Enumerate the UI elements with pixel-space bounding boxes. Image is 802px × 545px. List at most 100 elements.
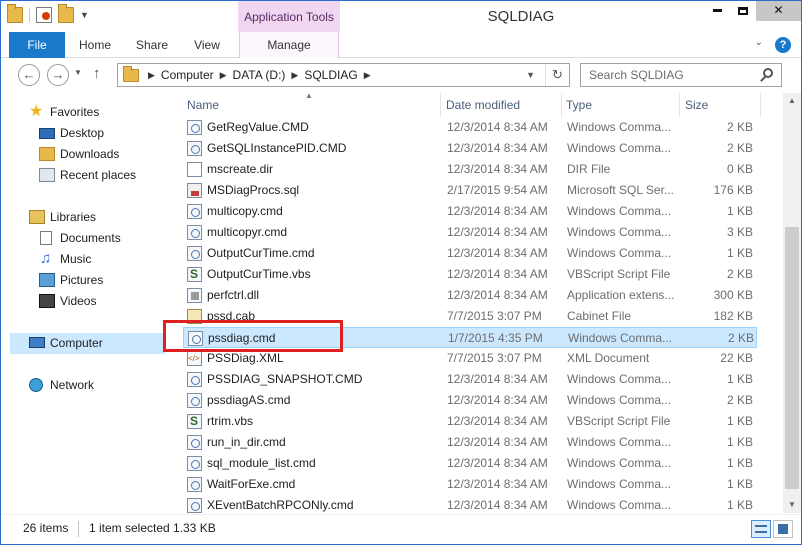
scrollbar-thumb[interactable] [785, 227, 799, 489]
file-size: 1 KB [726, 246, 753, 260]
file-row[interactable]: multicopyr.cmd 12/3/2014 8:34 AM Windows C… [183, 222, 757, 243]
search-input[interactable] [581, 64, 751, 86]
details-view-button[interactable] [751, 520, 771, 538]
file-vbs-icon [187, 411, 202, 432]
column-header-type[interactable]: Type [562, 93, 680, 117]
customize-toolbar-dropdown[interactable]: ▼ [80, 10, 89, 20]
back-button[interactable]: ← [18, 64, 40, 86]
close-button[interactable]: ✕ [756, 1, 801, 21]
nav-item-computer[interactable]: Computer [10, 333, 165, 354]
file-date-modified: 12/3/2014 8:34 AM [447, 204, 548, 218]
file-sql-icon [187, 183, 202, 198]
pictures-icon [39, 273, 55, 287]
file-size: 1 KB [726, 204, 753, 218]
file-row[interactable]: MSDiagProcs.sql 2/17/2015 9:54 AM Microsof… [183, 180, 757, 201]
nav-item-network[interactable]: Network [1, 375, 161, 396]
file-row[interactable]: GetSQLInstancePID.CMD 12/3/2014 8:34 AM Wi… [183, 138, 757, 159]
breadcrumb-chevron-icon[interactable]: ▶ [214, 64, 233, 86]
column-header-name[interactable]: Name [183, 93, 441, 117]
nav-item-videos[interactable]: Videos [1, 291, 161, 312]
nav-item-recent-places[interactable]: Recent places [1, 165, 161, 186]
tab-view[interactable]: View [185, 32, 229, 58]
back-arrow-icon: ← [22, 67, 36, 82]
explorer-window: ▼ Application Tools SQLDIAG ✕ File Home … [0, 0, 802, 545]
file-row[interactable]: pssdiagAS.cmd 12/3/2014 8:34 AM Windows Co… [183, 390, 757, 411]
breadcrumb-chevron-icon[interactable]: ▶ [142, 64, 161, 86]
folder-icon [123, 66, 139, 82]
videos-icon [39, 294, 55, 308]
column-header-date-modified[interactable]: Date modified [442, 93, 562, 117]
refresh-icon[interactable]: ↻ [545, 64, 569, 86]
file-cmd-icon [187, 120, 202, 135]
tab-share[interactable]: Share [129, 32, 175, 58]
breadcrumb-chevron-icon[interactable]: ▶ [358, 64, 377, 86]
file-date-modified: 12/3/2014 8:34 AM [447, 141, 548, 155]
up-arrow-icon[interactable]: ↑ [93, 65, 101, 82]
file-row[interactable]: run_in_dir.cmd 12/3/2014 8:34 AM Windows C… [183, 432, 757, 453]
file-size: 2 KB [727, 331, 754, 345]
scroll-up-arrow-icon[interactable]: ▲ [783, 93, 801, 109]
nav-item-label: Network [50, 378, 95, 392]
tab-manage[interactable]: Manage [239, 32, 339, 58]
maximize-button[interactable] [730, 1, 756, 21]
file-row[interactable]: GetRegValue.CMD 12/3/2014 8:34 AM Windows … [183, 117, 757, 138]
nav-item-favorites[interactable]: ★ Favorites [1, 102, 161, 123]
properties-icon[interactable] [36, 7, 52, 23]
file-row[interactable]: OutputCurTime.vbs 12/3/2014 8:34 AM VBScri… [183, 264, 757, 285]
help-icon[interactable]: ? [775, 37, 791, 53]
file-name: XEventBatchRPCONly.cmd [207, 498, 354, 512]
column-header-size[interactable]: Size [681, 93, 761, 117]
large-icons-view-button[interactable] [773, 520, 793, 538]
file-date-modified: 12/3/2014 8:34 AM [447, 393, 548, 407]
file-size: 3 KB [726, 225, 753, 239]
nav-item-label: Pictures [60, 273, 104, 287]
ribbon-tabs: File Home Share View Manage ⌄ ? [1, 32, 801, 58]
file-size: 300 KB [713, 288, 753, 302]
address-bar[interactable]: ▶ Computer ▶ DATA (D:) ▶ SQLDIAG ▶ ▼ ↻ [117, 63, 570, 87]
window-controls: ✕ [704, 1, 801, 21]
forward-arrow-icon: → [51, 67, 65, 82]
file-cmd-icon [187, 498, 202, 513]
search-icon[interactable] [763, 68, 773, 78]
file-row[interactable]: rtrim.vbs 12/3/2014 8:34 AM VBScript Scrip… [183, 411, 757, 432]
search-box[interactable] [580, 63, 782, 87]
new-folder-icon[interactable] [58, 4, 74, 23]
address-history-dropdown[interactable]: ▼ [526, 64, 535, 86]
file-date-modified: 12/3/2014 8:34 AM [447, 456, 548, 470]
file-row[interactable]: WaitForExe.cmd 12/3/2014 8:34 AM Windows C… [183, 474, 757, 495]
file-type: Windows Comma... [567, 372, 672, 386]
file-row[interactable]: mscreate.dir 12/3/2014 8:34 AM DIR File 0 K… [183, 159, 757, 180]
folder-icon[interactable] [7, 4, 23, 23]
file-row[interactable]: perfctrl.dll 12/3/2014 8:34 AM Application… [183, 285, 757, 306]
breadcrumb-sqldiag[interactable]: SQLDIAG [304, 64, 357, 86]
nav-item-libraries[interactable]: Libraries [1, 207, 161, 228]
forward-button[interactable]: → [47, 64, 69, 86]
file-name: WaitForExe.cmd [207, 477, 296, 491]
nav-item-documents[interactable]: Documents [1, 228, 161, 249]
breadcrumb-data-drive[interactable]: DATA (D:) [233, 64, 286, 86]
nav-item-downloads[interactable]: Downloads [1, 144, 161, 165]
file-size: 0 KB [726, 162, 753, 176]
nav-item-label: Videos [60, 294, 97, 308]
breadcrumb-computer[interactable]: Computer [161, 64, 214, 86]
file-row[interactable]: multicopy.cmd 12/3/2014 8:34 AM Windows Co… [183, 201, 757, 222]
computer-icon [29, 337, 45, 348]
file-row[interactable]: sql_module_list.cmd 12/3/2014 8:34 AM Wind… [183, 453, 757, 474]
breadcrumb-chevron-icon[interactable]: ▶ [285, 64, 304, 86]
nav-item-desktop[interactable]: Desktop [1, 123, 161, 144]
expand-ribbon-chevron-icon[interactable]: ⌄ [755, 37, 763, 48]
file-row[interactable]: OutputCurTime.cmd 12/3/2014 8:34 AM Window… [183, 243, 757, 264]
file-name: PSSDIAG_SNAPSHOT.CMD [207, 372, 363, 386]
nav-item-music[interactable]: ♫ Music [1, 249, 161, 270]
nav-item-pictures[interactable]: Pictures [1, 270, 161, 291]
file-name: GetSQLInstancePID.CMD [207, 141, 347, 155]
file-row[interactable]: XEventBatchRPCONly.cmd 12/3/2014 8:34 AM W… [183, 495, 757, 516]
scroll-down-arrow-icon[interactable]: ▼ [783, 497, 801, 513]
minimize-button[interactable] [704, 1, 730, 21]
tab-file[interactable]: File [9, 32, 65, 58]
vertical-scrollbar[interactable]: ▲ ▼ [783, 93, 801, 513]
tab-home[interactable]: Home [71, 32, 119, 58]
recent-locations-dropdown[interactable]: ▼ [74, 68, 82, 77]
file-cmd-icon [187, 204, 202, 219]
file-row[interactable]: PSSDIAG_SNAPSHOT.CMD 12/3/2014 8:34 AM Win… [183, 369, 757, 390]
